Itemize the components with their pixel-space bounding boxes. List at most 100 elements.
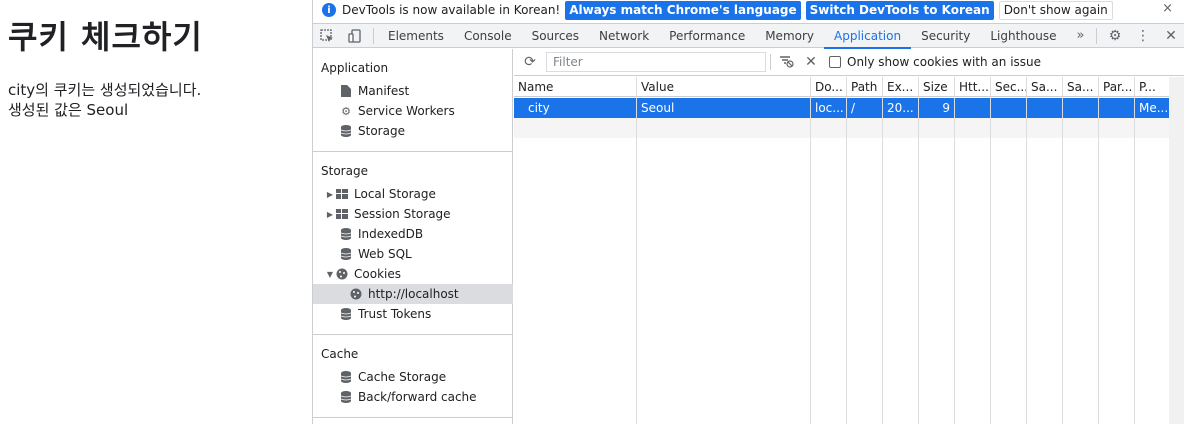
- expand-arrow-icon[interactable]: ▶: [325, 190, 335, 199]
- sidebar-item-label: Storage: [358, 124, 405, 138]
- sidebar-section-cache: Cache: [321, 347, 359, 361]
- cell-samesite: [1027, 98, 1062, 118]
- column-divider: [1026, 77, 1027, 424]
- dont-show-again-button[interactable]: Don't show again: [998, 0, 1113, 20]
- toolbar-divider: [373, 27, 374, 44]
- sidebar-item-label: Web SQL: [358, 247, 412, 261]
- info-icon: i: [322, 3, 336, 17]
- column-divider: [636, 77, 637, 424]
- only-issues-checkbox[interactable]: [829, 56, 841, 68]
- column-divider: [918, 77, 919, 424]
- sidebar-item-storage-overview[interactable]: Storage: [313, 121, 513, 141]
- infobar-message: DevTools is now available in Korean!: [342, 3, 561, 17]
- cell-name: city: [528, 101, 550, 115]
- sidebar-item-label: Trust Tokens: [358, 307, 432, 321]
- cookies-pane: ⟳ ✕ Only show cookies with an issue Name…: [514, 49, 1184, 424]
- column-divider: [882, 77, 883, 424]
- column-header-secure[interactable]: Sec...: [991, 77, 1026, 97]
- sidebar-item-session-storage[interactable]: ▶ Session Storage: [313, 204, 513, 224]
- column-header-priority[interactable]: P...: [1135, 77, 1169, 97]
- cell-httponly: [955, 98, 990, 118]
- column-divider: [1062, 77, 1063, 424]
- page-heading: 쿠키 체크하기: [8, 18, 203, 56]
- database-icon: [339, 124, 353, 138]
- column-header-name[interactable]: Name: [514, 77, 636, 97]
- tab-memory[interactable]: Memory: [755, 24, 824, 48]
- tab-performance[interactable]: Performance: [659, 24, 755, 48]
- vertical-scrollbar[interactable]: [1169, 77, 1184, 424]
- cookies-table: Name Value Do... Path Ex... Size Htt... …: [514, 77, 1170, 424]
- tab-lighthouse[interactable]: Lighthouse: [980, 24, 1066, 48]
- sidebar-item-cache-storage[interactable]: Cache Storage: [313, 367, 513, 387]
- toolbar-divider: [1096, 28, 1097, 44]
- table-row[interactable]: city Seoul loc... / 20... 9 Me...: [514, 98, 1169, 118]
- close-devtools-icon[interactable]: ✕: [1157, 24, 1184, 48]
- sidebar-item-label: Local Storage: [354, 187, 436, 201]
- column-divider: [1134, 77, 1135, 424]
- sidebar-section-application: Application: [321, 61, 389, 75]
- sidebar-item-localhost-cookies[interactable]: http://localhost: [313, 284, 513, 304]
- clear-filtered-icon[interactable]: [775, 50, 799, 74]
- column-header-sameparty[interactable]: Sa...: [1063, 77, 1098, 97]
- application-sidebar: Application Manifest ⚙ Service Workers S…: [313, 49, 513, 424]
- kebab-menu-icon[interactable]: ⋮: [1129, 24, 1157, 48]
- column-header-expires[interactable]: Ex...: [883, 77, 918, 97]
- tab-console[interactable]: Console: [454, 24, 522, 48]
- tab-security[interactable]: Security: [911, 24, 980, 48]
- cookie-value-text: 생성된 값은 Seoul: [8, 101, 129, 119]
- column-divider: [954, 77, 955, 424]
- database-icon: [339, 227, 353, 241]
- cookie-icon: [335, 267, 349, 281]
- tab-elements[interactable]: Elements: [378, 24, 454, 48]
- tab-application[interactable]: Application: [824, 24, 912, 49]
- collapse-arrow-icon[interactable]: ▼: [325, 270, 335, 279]
- sidebar-item-service-workers[interactable]: ⚙ Service Workers: [313, 101, 513, 121]
- sidebar-item-back-forward-cache[interactable]: Back/forward cache: [313, 387, 513, 407]
- match-language-button[interactable]: Always match Chrome's language: [565, 0, 801, 20]
- column-header-samesite[interactable]: Sa...: [1027, 77, 1062, 97]
- tab-network[interactable]: Network: [589, 24, 659, 48]
- sidebar-divider: [313, 334, 513, 335]
- sidebar-item-local-storage[interactable]: ▶ Local Storage: [313, 184, 513, 204]
- clear-all-icon[interactable]: ✕: [799, 50, 823, 74]
- file-icon: [339, 84, 353, 98]
- expand-arrow-icon[interactable]: ▶: [325, 210, 335, 219]
- column-header-domain[interactable]: Do...: [811, 77, 846, 97]
- tab-sources[interactable]: Sources: [522, 24, 589, 48]
- column-header-path[interactable]: Path: [847, 77, 882, 97]
- sidebar-item-indexeddb[interactable]: IndexedDB: [313, 224, 513, 244]
- device-toolbar-icon[interactable]: [341, 24, 369, 48]
- table-row-empty: [514, 118, 1169, 138]
- filter-input[interactable]: [546, 52, 766, 72]
- cell-path: /: [851, 101, 856, 115]
- cell-domain: loc...: [815, 101, 844, 115]
- inspect-element-icon[interactable]: [313, 24, 341, 48]
- sidebar-item-web-sql[interactable]: Web SQL: [313, 244, 513, 264]
- cell-partition: [1099, 98, 1134, 118]
- cell-value: Seoul: [641, 101, 675, 115]
- cookie-icon: [349, 287, 363, 301]
- column-header-httponly[interactable]: Htt...: [955, 77, 990, 97]
- column-divider: [810, 77, 811, 424]
- toolbar-divider: [770, 54, 771, 70]
- switch-korean-button[interactable]: Switch DevTools to Korean: [805, 0, 994, 20]
- sidebar-item-cookies[interactable]: ▼ Cookies: [313, 264, 513, 284]
- refresh-icon[interactable]: ⟳: [518, 50, 542, 74]
- sidebar-item-label: Manifest: [358, 84, 410, 98]
- cell-sameparty: [1063, 98, 1098, 118]
- database-icon: [339, 247, 353, 261]
- column-header-size[interactable]: Size: [919, 77, 954, 97]
- column-header-partition[interactable]: Par...: [1099, 77, 1134, 97]
- devtools-panel: i DevTools is now available in Korean! A…: [312, 0, 1184, 424]
- sidebar-item-trust-tokens[interactable]: Trust Tokens: [313, 304, 513, 324]
- gear-icon[interactable]: ⚙: [1101, 24, 1129, 48]
- sidebar-item-label: Service Workers: [358, 104, 455, 118]
- sidebar-item-manifest[interactable]: Manifest: [313, 81, 513, 101]
- sidebar-section-storage: Storage: [321, 164, 368, 178]
- gear-icon: ⚙: [341, 104, 351, 118]
- column-header-value[interactable]: Value: [637, 77, 810, 97]
- cell-secure: [991, 98, 1026, 118]
- sidebar-item-label: Back/forward cache: [358, 390, 477, 404]
- close-icon[interactable]: ×: [1162, 1, 1173, 16]
- more-tabs-icon[interactable]: »: [1067, 24, 1095, 48]
